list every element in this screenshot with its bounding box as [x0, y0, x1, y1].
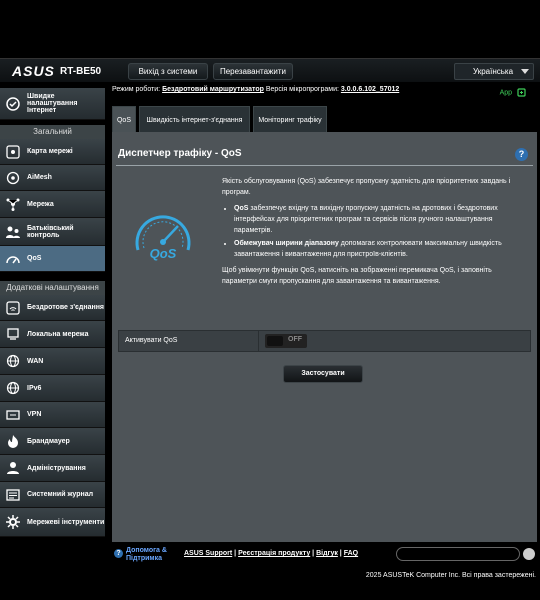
wan-icon — [4, 352, 22, 370]
sidebar-item-quick-setup[interactable]: Швидке налаштування Інтернет — [0, 88, 105, 120]
enable-qos-label: Активувати QoS — [119, 331, 259, 351]
sidebar-item-lan[interactable]: Локальна мережа — [0, 321, 105, 348]
quick-setup-icon — [4, 95, 22, 113]
sidebar-item-qos[interactable]: QoS — [0, 246, 105, 272]
help-icon[interactable]: ? — [515, 148, 528, 161]
sidebar-item-label: IPv6 — [27, 384, 42, 392]
gauge-label: QoS — [150, 246, 177, 261]
top-blank-area — [0, 0, 540, 45]
sidebar-item-network-map[interactable]: Карта мережі — [0, 139, 105, 165]
main-content: QoS Швидкість інтернет-з'єднання Монітор… — [112, 106, 537, 542]
asus-support-link[interactable]: ASUS Support — [184, 550, 232, 557]
aimesh-icon — [4, 169, 22, 187]
network-map-icon — [4, 143, 22, 161]
sidebar-item-label: Системний журнал — [27, 491, 94, 498]
language-select[interactable]: Українська — [454, 63, 534, 80]
sidebar-item-label: Локальна мережа — [27, 330, 89, 338]
sidebar-item-label: AiMesh — [27, 174, 52, 181]
help-support-link[interactable]: Допомога & Підтримка — [126, 547, 176, 563]
status-bar: Режим роботи: Бездротовий маршрутизатор … — [112, 86, 536, 100]
vpn-icon — [4, 406, 22, 424]
qos-gauge-icon: QoS — [135, 215, 191, 261]
sidebar-item-admin[interactable]: Адміністрування — [0, 455, 105, 482]
wireless-icon — [4, 299, 22, 317]
sidebar-item-label: VPN — [27, 411, 42, 418]
divider — [116, 165, 533, 166]
network-icon — [4, 195, 22, 213]
firmware-link[interactable]: 3.0.0.6.102_57012 — [341, 86, 399, 93]
tab-traffic-monitor[interactable]: Моніторинг трафіку — [253, 106, 327, 132]
enable-qos-toggle[interactable]: OFF — [265, 334, 307, 348]
network-tools-icon — [4, 513, 22, 531]
sidebar-item-label: Швидке налаштування Інтернет — [27, 93, 78, 114]
header-bar: ASUS RT-BE50 Вихід з системи Перезаванта… — [0, 58, 540, 82]
search-input[interactable] — [396, 547, 520, 561]
sidebar-item-label: Мережа — [27, 200, 54, 208]
section-header-general: Загальний — [0, 125, 105, 139]
sidebar-item-label: Карта мережі — [27, 148, 73, 155]
sidebar-item-firewall[interactable]: Брандмауер — [0, 428, 105, 455]
sidebar-item-label: WAN — [27, 357, 44, 365]
bullet-title: Обмежувач ширини діапазону — [234, 240, 339, 247]
outro-text: Щоб увімкнути функцію QoS, натисніть на … — [222, 267, 492, 285]
tab-qos[interactable]: QoS — [112, 106, 136, 132]
enable-qos-row: Активувати QoS OFF — [118, 330, 531, 352]
help-support-icon: ? — [114, 549, 123, 558]
app-label: App — [499, 89, 513, 97]
section-header-advanced: Додаткові налаштування — [0, 281, 105, 295]
sidebar-item-ipv6[interactable]: IPv6 — [0, 375, 105, 402]
sidebar-item-label: Батьківський контроль — [27, 224, 74, 239]
asus-logo[interactable]: ASUS — [12, 63, 55, 79]
firmware-label: Версія мікропрограми: — [265, 86, 339, 93]
list-item: QoS забезпечує вхідну та вихідну пропуск… — [234, 203, 527, 236]
model-name: RT-BE50 — [60, 66, 102, 77]
sidebar-item-vpn[interactable]: VPN — [0, 402, 105, 428]
qos-panel: Диспетчер трафіку - QoS ? QoS Якість обс… — [112, 132, 537, 542]
sidebar-item-parental-control[interactable]: Батьківський контроль — [0, 218, 105, 246]
syslog-icon — [4, 486, 22, 504]
qos-icon — [4, 250, 22, 268]
faq-link[interactable]: FAQ — [344, 550, 358, 557]
sidebar-item-syslog[interactable]: Системний журнал — [0, 482, 105, 508]
sidebar-item-label: Бездротове з'єднання — [27, 304, 104, 311]
ipv6-icon — [4, 379, 22, 397]
footer: ? Допомога & Підтримка ASUS Support | Ре… — [0, 545, 540, 565]
lan-icon — [4, 325, 22, 343]
toggle-state: OFF — [288, 336, 302, 343]
sidebar-item-network-tools[interactable]: Мережеві інструменти — [0, 508, 105, 537]
mode-link[interactable]: Бездротовий маршрутизатор — [162, 86, 264, 93]
admin-icon — [4, 459, 22, 477]
reboot-button[interactable]: Перезавантажити — [213, 63, 293, 80]
intro-text: Якість обслуговування (QoS) забезпечує п… — [222, 178, 511, 196]
app-icon — [517, 88, 526, 97]
mode-label: Режим роботи: — [112, 86, 161, 93]
parental-control-icon — [4, 223, 22, 241]
sidebar-item-label: Адміністрування — [27, 464, 86, 472]
sidebar-item-network[interactable]: Мережа — [0, 191, 105, 218]
bullet-text: забезпечує вхідну та вихідну пропускну з… — [234, 205, 498, 234]
page-title: Диспетчер трафіку - QoS — [118, 148, 242, 159]
app-link[interactable]: App — [500, 88, 526, 97]
search-icon[interactable] — [523, 548, 535, 560]
toggle-knob — [267, 336, 283, 346]
feedback-link[interactable]: Відгук — [316, 550, 338, 557]
sidebar-item-wireless[interactable]: Бездротове з'єднання — [0, 295, 105, 321]
sidebar-item-label: QoS — [27, 255, 42, 262]
sidebar-item-label: Брандмауер — [27, 437, 70, 445]
product-registration-link[interactable]: Реєстрація продукту — [238, 550, 310, 557]
sidebar-item-wan[interactable]: WAN — [0, 348, 105, 375]
chevron-down-icon — [521, 69, 529, 74]
copyright-text: 2025 ASUSTeK Computer Inc. Всі права зас… — [365, 572, 536, 579]
sidebar-item-label: Мережеві інструменти — [27, 518, 105, 526]
language-value: Українська — [473, 67, 514, 76]
footer-links: ASUS Support | Реєстрація продукту | Від… — [184, 550, 359, 557]
logout-button[interactable]: Вихід з системи — [128, 63, 208, 80]
bullet-title: QoS — [234, 205, 249, 212]
apply-button[interactable]: Застосувати — [283, 365, 363, 383]
list-item: Обмежувач ширини діапазону допомагає кон… — [234, 238, 527, 260]
firewall-icon — [4, 432, 22, 450]
tab-internet-speed[interactable]: Швидкість інтернет-з'єднання — [139, 106, 250, 132]
sidebar-item-aimesh[interactable]: AiMesh — [0, 165, 105, 191]
qos-description: Якість обслуговування (QoS) забезпечує п… — [222, 176, 527, 287]
